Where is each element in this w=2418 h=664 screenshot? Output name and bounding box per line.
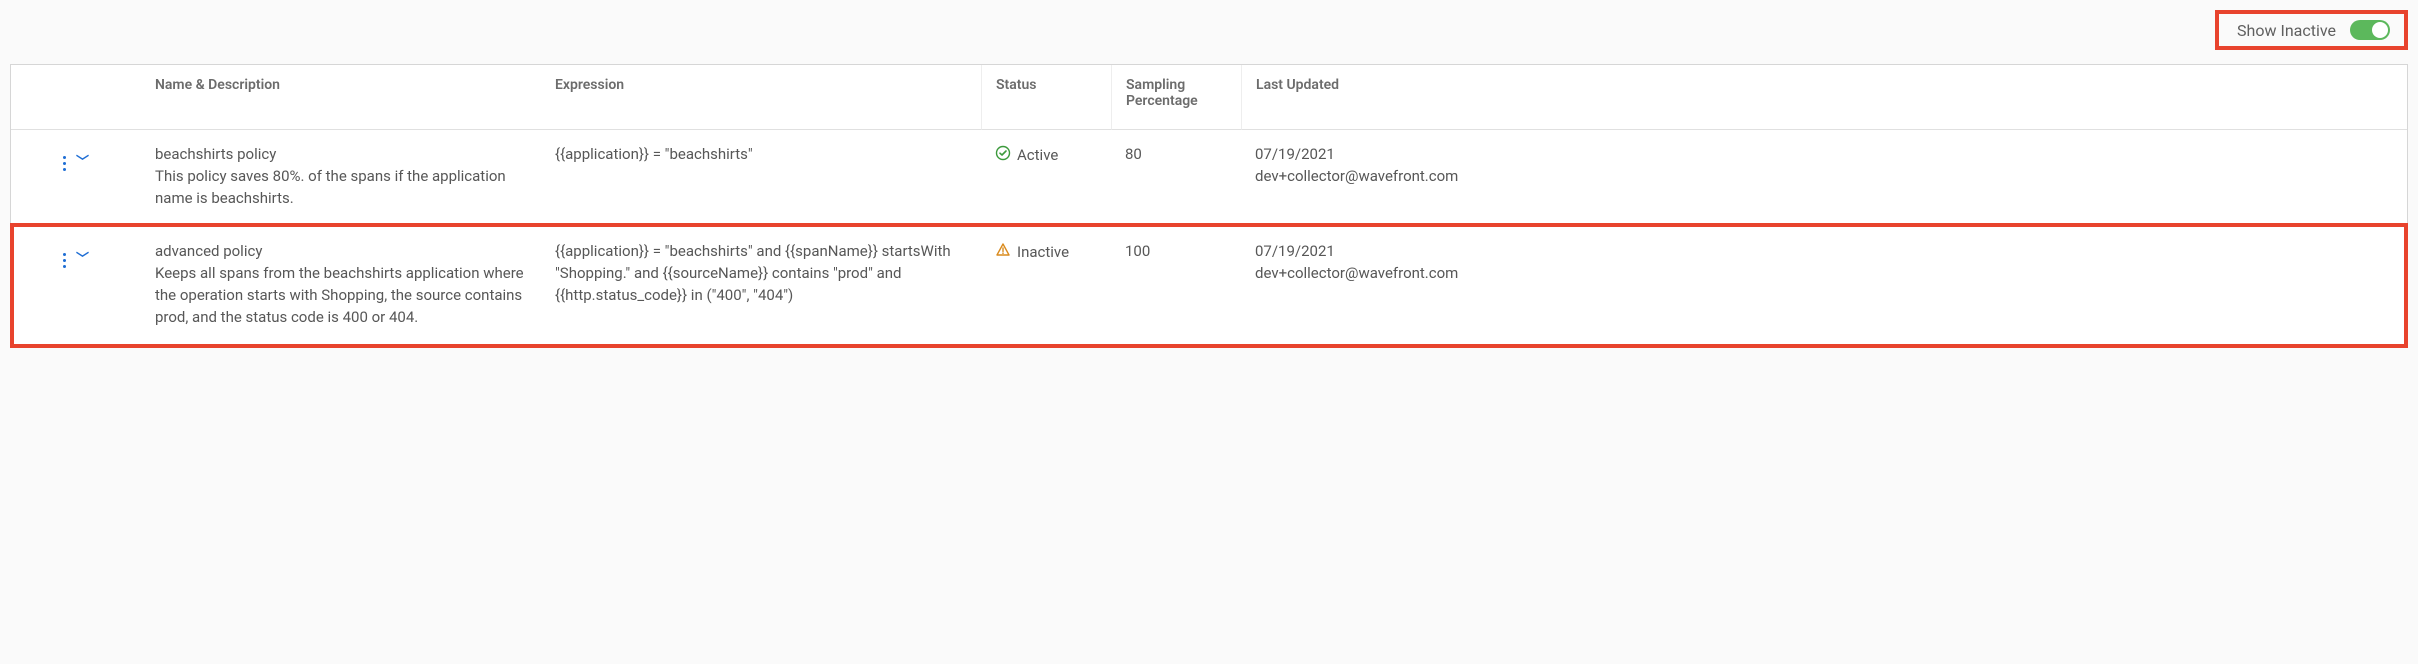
updated-by: dev+collector@wavefront.com: [1255, 263, 2393, 285]
policy-name: beachshirts policy: [155, 144, 527, 166]
name-cell: advanced policyKeeps all spans from the …: [141, 227, 541, 346]
updated-cell: 07/19/2021dev+collector@wavefront.com: [1241, 227, 2407, 346]
updated-by: dev+collector@wavefront.com: [1255, 166, 2393, 188]
toggle-knob-icon: [2372, 22, 2388, 38]
updated-date: 07/19/2021: [1255, 144, 2393, 166]
status-wrapper: Inactive: [995, 241, 1097, 264]
active-check-icon: [995, 144, 1011, 167]
col-header-expression: Expression: [541, 65, 981, 130]
status-wrapper: Active: [995, 144, 1097, 167]
row-controls-inner: ﹀: [63, 251, 89, 270]
policy-table: Name & Description Expression Status Sam…: [10, 64, 2408, 347]
show-inactive-control: Show Inactive: [2215, 10, 2408, 50]
chevron-down-icon[interactable]: ﹀: [76, 251, 89, 270]
chevron-down-icon[interactable]: ﹀: [76, 154, 89, 173]
show-inactive-label: Show Inactive: [2237, 21, 2336, 40]
toolbar: Show Inactive: [10, 10, 2408, 50]
status-cell: Active: [981, 130, 1111, 227]
policy-description: Keeps all spans from the beachshirts app…: [155, 263, 527, 328]
inactive-warning-icon: [995, 241, 1011, 264]
col-header-updated: Last Updated: [1241, 65, 2407, 130]
name-cell: beachshirts policyThis policy saves 80%.…: [141, 130, 541, 227]
kebab-menu-icon[interactable]: [63, 156, 66, 171]
kebab-menu-icon[interactable]: [63, 253, 66, 268]
col-header-status: Status: [981, 65, 1111, 130]
policy-description: This policy saves 80%. of the spans if t…: [155, 166, 527, 210]
expression-cell: {{application}} = "beachshirts": [541, 130, 981, 227]
col-header-controls: [11, 65, 141, 130]
sampling-cell: 100: [1111, 227, 1241, 346]
status-cell: Inactive: [981, 227, 1111, 346]
row-controls: ﹀: [11, 227, 141, 346]
updated-cell: 07/19/2021dev+collector@wavefront.com: [1241, 130, 2407, 227]
status-text: Active: [1017, 145, 1058, 167]
status-text: Inactive: [1017, 242, 1069, 264]
policy-table-wrapper: Name & Description Expression Status Sam…: [10, 64, 2408, 347]
sampling-cell: 80: [1111, 130, 1241, 227]
expression-cell: {{application}} = "beachshirts" and {{sp…: [541, 227, 981, 346]
table-row: ﹀ advanced policyKeeps all spans from the…: [11, 227, 2407, 346]
policy-name: advanced policy: [155, 241, 527, 263]
col-header-name: Name & Description: [141, 65, 541, 130]
show-inactive-toggle[interactable]: [2350, 20, 2390, 40]
col-header-sampling: Sampling Percentage: [1111, 65, 1241, 130]
table-header-row: Name & Description Expression Status Sam…: [11, 65, 2407, 130]
row-controls: ﹀: [11, 130, 141, 227]
updated-date: 07/19/2021: [1255, 241, 2393, 263]
table-row: ﹀ beachshirts policyThis policy saves 80%…: [11, 130, 2407, 227]
row-controls-inner: ﹀: [63, 154, 89, 173]
